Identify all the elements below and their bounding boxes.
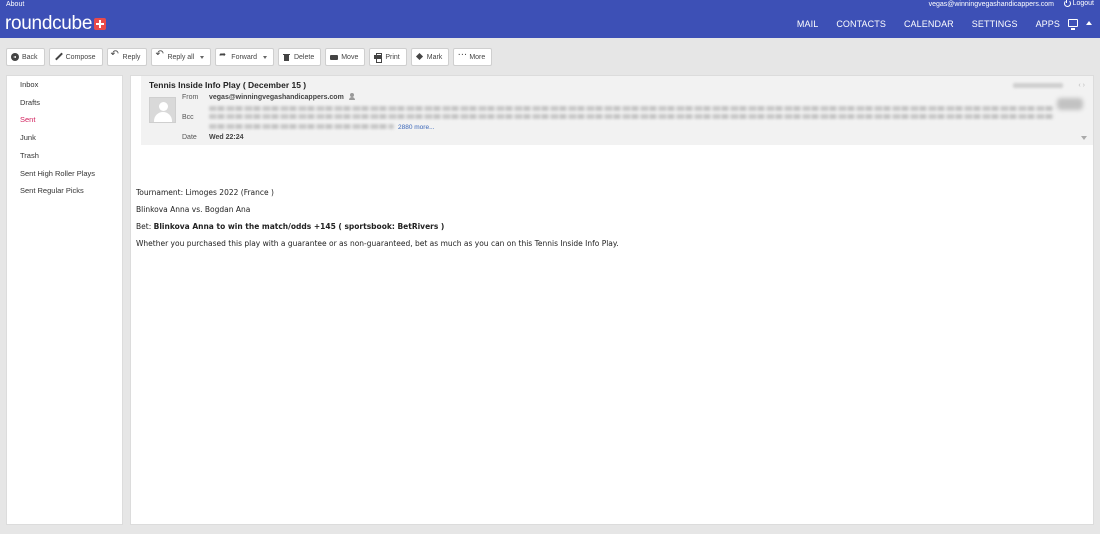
message-view: Tennis Inside Info Play ( December 15 ) …: [130, 75, 1094, 525]
bcc-recipients-blurred: [209, 106, 1054, 111]
add-contact-icon[interactable]: [349, 93, 357, 101]
body-tournament: Tournament: Limoges 2022 (France ): [136, 188, 274, 197]
message-count-blurred: [1013, 83, 1063, 88]
print-button[interactable]: Print: [369, 48, 407, 66]
about-link[interactable]: About: [6, 1, 24, 8]
body-bet: Blinkova Anna to win the match/odds +145…: [153, 222, 445, 231]
nav-apps[interactable]: APPS: [1036, 19, 1060, 29]
message-nav-arrows[interactable]: ‹ ›: [1078, 82, 1085, 89]
body-note: Whether you purchased this play with a g…: [136, 239, 619, 248]
folder-sent-high-roller-plays[interactable]: Sent High Roller Plays: [20, 169, 95, 178]
back-icon: [11, 53, 19, 61]
body-bet-prefix: Bet:: [136, 222, 154, 231]
logo-text: roundcube: [5, 13, 93, 34]
logout-label: Logout: [1072, 0, 1094, 7]
reply-all-button[interactable]: Reply all: [151, 48, 212, 66]
nav-contacts[interactable]: CONTACTS: [836, 19, 886, 29]
back-label: Back: [22, 53, 38, 61]
folder-junk[interactable]: Junk: [20, 133, 36, 142]
print-label: Print: [385, 53, 400, 61]
more-label: More: [469, 53, 486, 61]
forward-button[interactable]: Forward: [215, 48, 274, 66]
printer-icon: [374, 53, 383, 63]
folder-drafts[interactable]: Drafts: [20, 98, 40, 107]
reply-label: Reply: [122, 53, 141, 61]
main-nav: MAIL CONTACTS CALENDAR SETTINGS APPS: [779, 19, 1074, 29]
power-icon: [1063, 0, 1071, 7]
from-address[interactable]: vegas@winningvegashandicappers.com: [209, 94, 344, 101]
back-button[interactable]: Back: [6, 48, 45, 66]
chevron-down-icon[interactable]: [200, 55, 205, 59]
reply-icon: [111, 49, 120, 61]
plus-icon: [94, 17, 107, 30]
trash-icon: [283, 53, 291, 61]
body-match: Blinkova Anna vs. Bogdan Ana: [136, 205, 251, 214]
chevron-down-icon[interactable]: [262, 55, 267, 59]
message-header: Tennis Inside Info Play ( December 15 ) …: [141, 76, 1093, 145]
delete-label: Delete: [293, 53, 315, 61]
reply-all-label: Reply all: [167, 53, 195, 61]
folder-icon: [330, 53, 339, 61]
collapse-header-icon[interactable]: [1086, 21, 1092, 25]
date-label: Date: [182, 134, 197, 141]
body-bet-line: Bet: Blinkova Anna to win the match/odds…: [136, 222, 444, 231]
folder-inbox[interactable]: Inbox: [20, 80, 38, 89]
bcc-label: Bcc: [182, 114, 194, 121]
reply-button[interactable]: Reply: [106, 48, 148, 66]
folder-sent-regular-picks[interactable]: Sent Regular Picks: [20, 186, 84, 195]
more-button[interactable]: More: [453, 47, 493, 66]
mark-button[interactable]: Mark: [410, 48, 450, 66]
more-icon: [457, 47, 467, 61]
pencil-icon: [55, 53, 63, 61]
nav-mail[interactable]: MAIL: [797, 19, 818, 29]
message-date: Wed 22:24: [209, 134, 244, 141]
bcc-recipients-blurred: [209, 114, 1054, 119]
mark-label: Mark: [426, 53, 443, 61]
nav-settings[interactable]: SETTINGS: [972, 19, 1018, 29]
roundcube-logo[interactable]: roundcube: [5, 13, 107, 34]
tag-icon: [416, 53, 424, 61]
message-subject: Tennis Inside Info Play ( December 15 ): [149, 80, 307, 90]
compose-button[interactable]: Compose: [48, 48, 103, 66]
folder-trash[interactable]: Trash: [20, 151, 39, 160]
delete-button[interactable]: Delete: [277, 48, 322, 66]
folder-list: Inbox Drafts Sent Junk Trash Sent High R…: [6, 75, 123, 525]
bcc-recipients-blurred: [209, 124, 394, 129]
chevron-down-icon[interactable]: [1081, 136, 1087, 140]
sender-avatar: [149, 97, 176, 123]
forward-icon: [219, 50, 228, 61]
message-toolbar: Back Compose Reply Reply all Forward Del…: [6, 47, 493, 66]
folder-sent[interactable]: Sent: [20, 115, 35, 124]
top-bar: About vegas@winningvegashandicappers.com…: [0, 0, 1100, 38]
avatar-body: [154, 112, 172, 122]
header-options-blurred[interactable]: [1057, 98, 1083, 110]
move-button[interactable]: Move: [325, 48, 366, 66]
nav-calendar[interactable]: CALENDAR: [904, 19, 954, 29]
monitor-icon[interactable]: [1068, 19, 1078, 30]
from-label: From: [182, 94, 199, 101]
avatar-head: [158, 102, 168, 111]
move-label: Move: [341, 53, 359, 61]
forward-label: Forward: [231, 53, 257, 61]
reply-all-icon: [155, 49, 164, 61]
logout-button[interactable]: Logout: [1063, 0, 1094, 7]
bcc-more-link[interactable]: 2880 more...: [398, 124, 435, 131]
compose-label: Compose: [65, 53, 96, 61]
user-email: vegas@winningvegashandicappers.com: [928, 1, 1054, 8]
